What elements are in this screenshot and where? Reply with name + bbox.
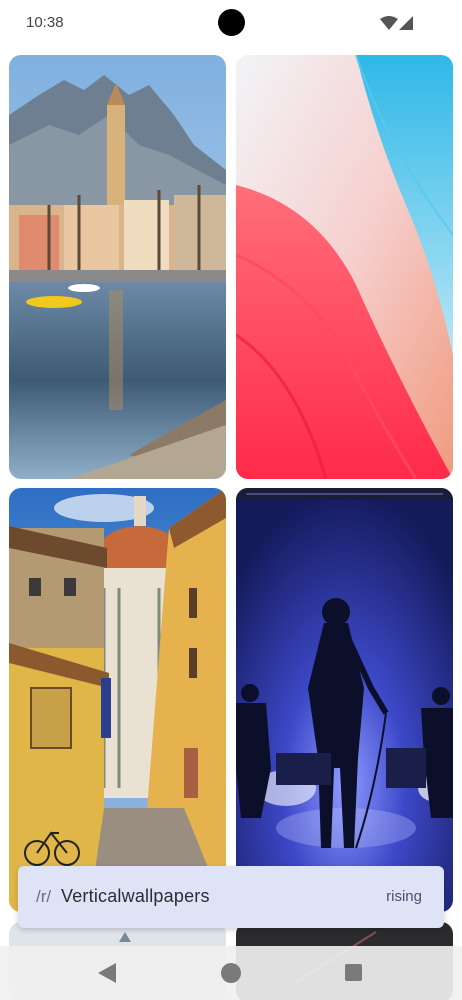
wallpaper-image — [9, 55, 226, 479]
cellular-signal-icon — [399, 16, 413, 30]
status-bar: 10:38 — [0, 0, 462, 46]
recents-icon[interactable] — [345, 964, 362, 981]
back-icon[interactable] — [98, 963, 116, 983]
status-time: 10:38 — [26, 14, 64, 31]
subreddit-bar[interactable]: /r/ Verticalwallpapers rising — [18, 866, 444, 928]
wallpaper-tile[interactable] — [9, 488, 226, 912]
wallpaper-image — [236, 488, 453, 912]
wallpaper-tile[interactable] — [236, 55, 453, 479]
home-icon[interactable] — [221, 963, 241, 983]
subreddit-name[interactable]: Verticalwallpapers — [61, 886, 210, 907]
wallpaper-tile[interactable] — [236, 488, 453, 912]
wifi-icon — [380, 16, 398, 30]
wallpaper-image — [9, 488, 226, 912]
wallpaper-tile[interactable] — [9, 55, 226, 479]
camera-cutout — [218, 9, 245, 36]
wallpaper-image — [236, 55, 453, 479]
navigation-bar — [0, 946, 462, 1000]
sort-button[interactable]: rising — [386, 888, 422, 905]
subreddit-prefix: /r/ — [36, 887, 52, 906]
